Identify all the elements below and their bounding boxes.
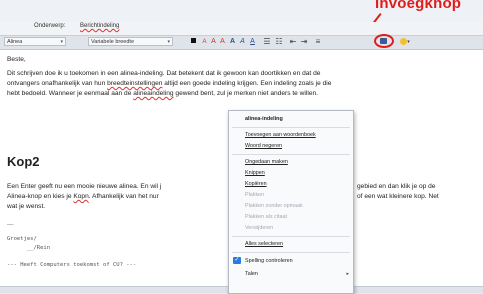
numbered-list-button[interactable]: ☷ [274,37,284,46]
menu-item-undo[interactable]: Ongedaan maken [245,159,288,165]
menu-separator [232,252,350,253]
misspelled-word[interactable]: Kopn [73,193,88,200]
bold-icon: A [229,38,236,45]
outdent-icon: ⇤ [289,37,297,46]
menu-separator [232,154,350,155]
context-menu: alinea-indeling Toevoegen aan woordenboe… [228,110,354,294]
font-icon: A [220,38,225,45]
italic-icon: A [240,38,245,45]
paragraph-2-line-3: wat je wenst. [7,203,46,210]
menu-item-spellcheck[interactable]: Spelling controleren [245,258,293,264]
menu-item-languages[interactable]: Talen [245,271,258,277]
paragraph-1-line-1: Dit schrijven doe ik u toekomen in een a… [7,70,321,77]
numbered-list-icon: ☷ [275,37,283,46]
paragraph-1-line-3: hebt bedoeld. Wanneer je eenmaal aan de … [7,90,318,97]
misspelled-word[interactable]: alineaindeling [133,90,173,97]
underline-icon: A [250,38,255,45]
font-select[interactable]: Variabele breedte ▾ [88,37,173,46]
signature-footer: --- Heeft Computers toekomst of CU? --- [7,262,137,268]
check-icon: ✓ [233,257,241,264]
paragraph-style-select[interactable]: Alinea ▾ [4,37,66,46]
chevron-down-icon: ▾ [407,39,410,45]
menu-item-paste-plain[interactable]: Plakken zonder opmaak [245,203,303,209]
signature-line-1: Groetjes/ [7,236,37,242]
paragraph-style-value: Alinea [7,39,23,45]
font-smaller-button[interactable]: A [219,37,226,46]
paragraph-2-line-2b: of een wat kleinere kop. Net [357,193,439,200]
outdent-button[interactable]: ⇤ [288,37,298,46]
paragraph-2-line-2a: Alinea-knop en kies je Kopn. Afhankelijk… [7,193,159,200]
menu-item-paste[interactable]: Plakken [245,192,264,198]
subject-input[interactable]: Berichtindeling [80,23,119,29]
smiley-button[interactable]: ▾ [398,37,412,46]
bullet-list-button[interactable]: ☰ [262,37,272,46]
menu-item-paste-quote[interactable]: Plakken als citaat [245,214,287,220]
menu-item-cut[interactable]: Knippen [245,170,265,176]
insert-button-callout: invoegknop [375,0,462,12]
smaller-font-button[interactable]: A [201,37,208,46]
greeting: Beste, [7,56,26,63]
menu-separator [232,127,350,128]
bold-button[interactable]: A [229,37,236,46]
font-size-icon: A [202,39,207,45]
paragraph-2-line-1b: gebied en dan klik je op de [357,183,436,190]
signature-line-2: __/Rein [7,245,51,251]
underline-button[interactable]: A [249,37,256,46]
italic-button[interactable]: A [239,37,246,46]
menu-separator [232,236,350,237]
misspelled-word[interactable]: breedteinstellingen [107,80,162,87]
menu-item-suggestion[interactable]: alinea-indeling [245,116,283,122]
signature-dash: — [7,221,14,228]
subject-label: Onderwerp: [34,23,66,29]
font-select-value: Variabele breedte [91,39,135,45]
indent-icon: ⇥ [300,37,308,46]
chevron-down-icon: ▾ [60,39,63,45]
menu-item-ignore-word[interactable]: Woord negeren [245,143,282,149]
color-picker-button[interactable] [190,37,196,46]
paragraph-2-line-1a: Een Enter geeft nu een mooie nieuwe alin… [7,183,162,190]
bullet-list-icon: ☰ [263,37,271,46]
chevron-down-icon: ▾ [167,39,170,45]
menu-item-delete[interactable]: Verwijderen [245,225,273,231]
paragraph-1-line-2: ontvangers onafhankelijk van hun breedte… [7,80,332,87]
indent-button[interactable]: ⇥ [299,37,309,46]
align-button[interactable]: ≡ [313,37,323,46]
menu-item-add-to-dictionary[interactable]: Toevoegen aan woordenboek [245,132,316,138]
larger-font-button[interactable]: A [210,37,217,46]
chevron-right-icon: ▸ [346,271,349,277]
heading-kop2: Kop2 [7,154,40,169]
insert-button-highlight [374,34,394,48]
menu-item-select-all[interactable]: Alles selecteren [245,241,283,247]
font-size-icon: A [211,38,216,45]
menu-item-copy[interactable]: Kopiëren [245,181,267,187]
subject-row [0,22,483,35]
align-icon: ≡ [315,37,321,46]
